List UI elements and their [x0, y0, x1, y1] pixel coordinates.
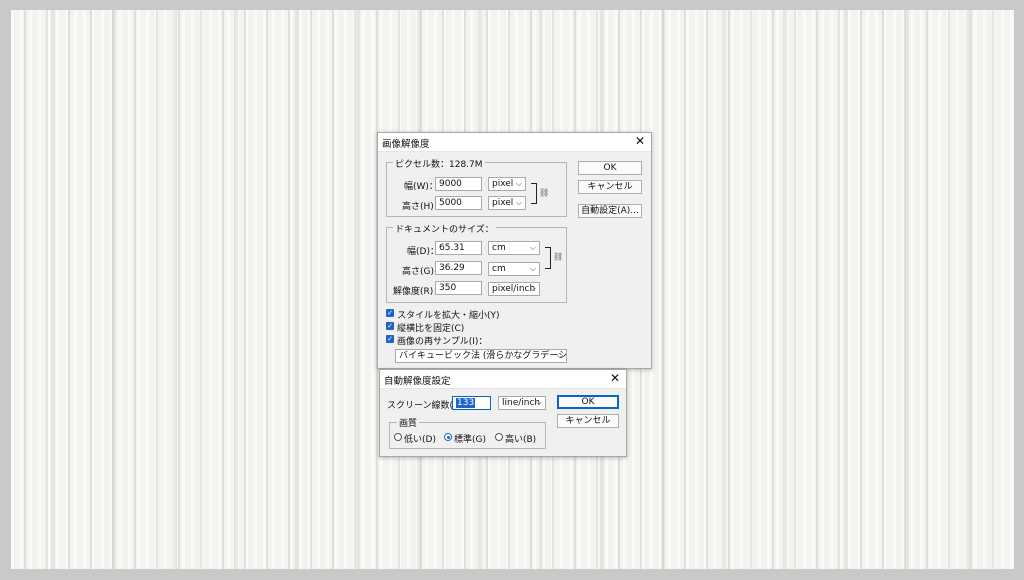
screen-frequency-input[interactable]: 133 — [452, 396, 491, 410]
auto-resolution-title: 自動解像度設定 — [384, 376, 451, 387]
quality-standard-label: 標準(G) — [454, 435, 486, 445]
resolution-unit-select[interactable]: pixel/inch ⌵ — [488, 282, 540, 296]
doc-width-unit-select[interactable]: cm ⌵ — [488, 241, 540, 255]
chevron-down-icon: ⌵ — [556, 351, 563, 360]
resample-checkbox[interactable]: ✓ — [386, 335, 394, 343]
screen-frequency-value: 133 — [456, 398, 476, 408]
quality-high-label: 高い(B) — [505, 435, 537, 445]
quality-low-label: 低い(D) — [404, 435, 436, 445]
constrain-proportions-checkbox[interactable]: ✓ — [386, 322, 394, 330]
doc-height-input[interactable]: 36.29 — [435, 261, 482, 275]
pixel-width-label: 幅(W)： — [404, 182, 438, 192]
auto-resolution-dialog: 自動解像度設定 ✕ スクリーン線数(S)： 133 line/inch ⌵ 画質… — [379, 369, 627, 457]
quality-standard-radio[interactable] — [444, 433, 452, 441]
close-icon[interactable]: ✕ — [608, 371, 622, 385]
cancel-button[interactable]: キャンセル — [578, 180, 642, 194]
doc-width-unit: cm — [492, 243, 506, 253]
resample-method-value: バイキュービック法 (滑らかなグラデーションに最適) — [399, 351, 567, 361]
resample-label: 画像の再サンプル(I)： — [397, 337, 488, 347]
pixel-link-bracket — [531, 183, 537, 204]
constrain-proportions-label: 縦横比を固定(C) — [397, 324, 465, 334]
image-size-titlebar[interactable]: 画像解像度 ✕ — [378, 133, 651, 152]
resolution-unit: pixel/inch — [492, 284, 536, 294]
document-size-legend: ドキュメントのサイズ： — [393, 222, 496, 235]
doc-height-unit: cm — [492, 264, 506, 274]
scale-styles-checkbox[interactable]: ✓ — [386, 309, 394, 317]
pixel-height-unit: pixel — [492, 198, 514, 208]
auto-resolution-titlebar[interactable]: 自動解像度設定 ✕ — [380, 370, 626, 389]
scale-styles-label: スタイルを拡大・縮小(Y) — [397, 311, 500, 321]
resolution-input[interactable]: 350 — [435, 281, 482, 295]
chevron-down-icon: ⌵ — [529, 264, 536, 273]
image-size-title: 画像解像度 — [382, 139, 430, 150]
pixel-height-unit-select[interactable]: pixel ⌵ — [488, 196, 526, 210]
screen-unit: line/inch — [502, 398, 541, 408]
chain-link-icon[interactable]: ⛓ — [553, 252, 563, 261]
doc-height-unit-select[interactable]: cm ⌵ — [488, 262, 540, 276]
document-link-bracket — [545, 247, 551, 269]
pixel-width-unit-select[interactable]: pixel ⌵ — [488, 177, 526, 191]
resample-method-select[interactable]: バイキュービック法 (滑らかなグラデーションに最適) ⌵ — [395, 349, 567, 363]
chevron-down-icon: ⌵ — [515, 198, 522, 207]
chevron-down-icon: ⌵ — [529, 243, 536, 252]
pixel-dimensions-legend: ピクセル数：128.7M — [393, 157, 485, 170]
chevron-down-icon: ⌵ — [529, 284, 536, 293]
chevron-down-icon: ⌵ — [535, 398, 542, 407]
quality-high-radio[interactable] — [495, 433, 503, 441]
pixel-width-unit: pixel — [492, 179, 514, 189]
pixel-height-input[interactable]: 5000 — [435, 196, 482, 210]
auto-cancel-button[interactable]: キャンセル — [557, 414, 619, 428]
quality-legend: 画質 — [397, 416, 420, 429]
screen-unit-select[interactable]: line/inch ⌵ — [498, 396, 546, 410]
pixel-width-input[interactable]: 9000 — [435, 177, 482, 191]
close-icon[interactable]: ✕ — [633, 134, 647, 148]
auto-button[interactable]: 自動設定(A)... — [578, 204, 642, 218]
doc-width-input[interactable]: 65.31 — [435, 241, 482, 255]
chevron-down-icon: ⌵ — [515, 179, 522, 188]
quality-low-radio[interactable] — [394, 433, 402, 441]
image-size-dialog: 画像解像度 ✕ ピクセル数：128.7M 幅(W)： 9000 pixel ⌵ … — [377, 132, 652, 369]
chain-link-icon[interactable]: ⛓ — [539, 188, 549, 197]
ok-button[interactable]: OK — [578, 161, 642, 175]
auto-ok-button[interactable]: OK — [557, 395, 619, 409]
